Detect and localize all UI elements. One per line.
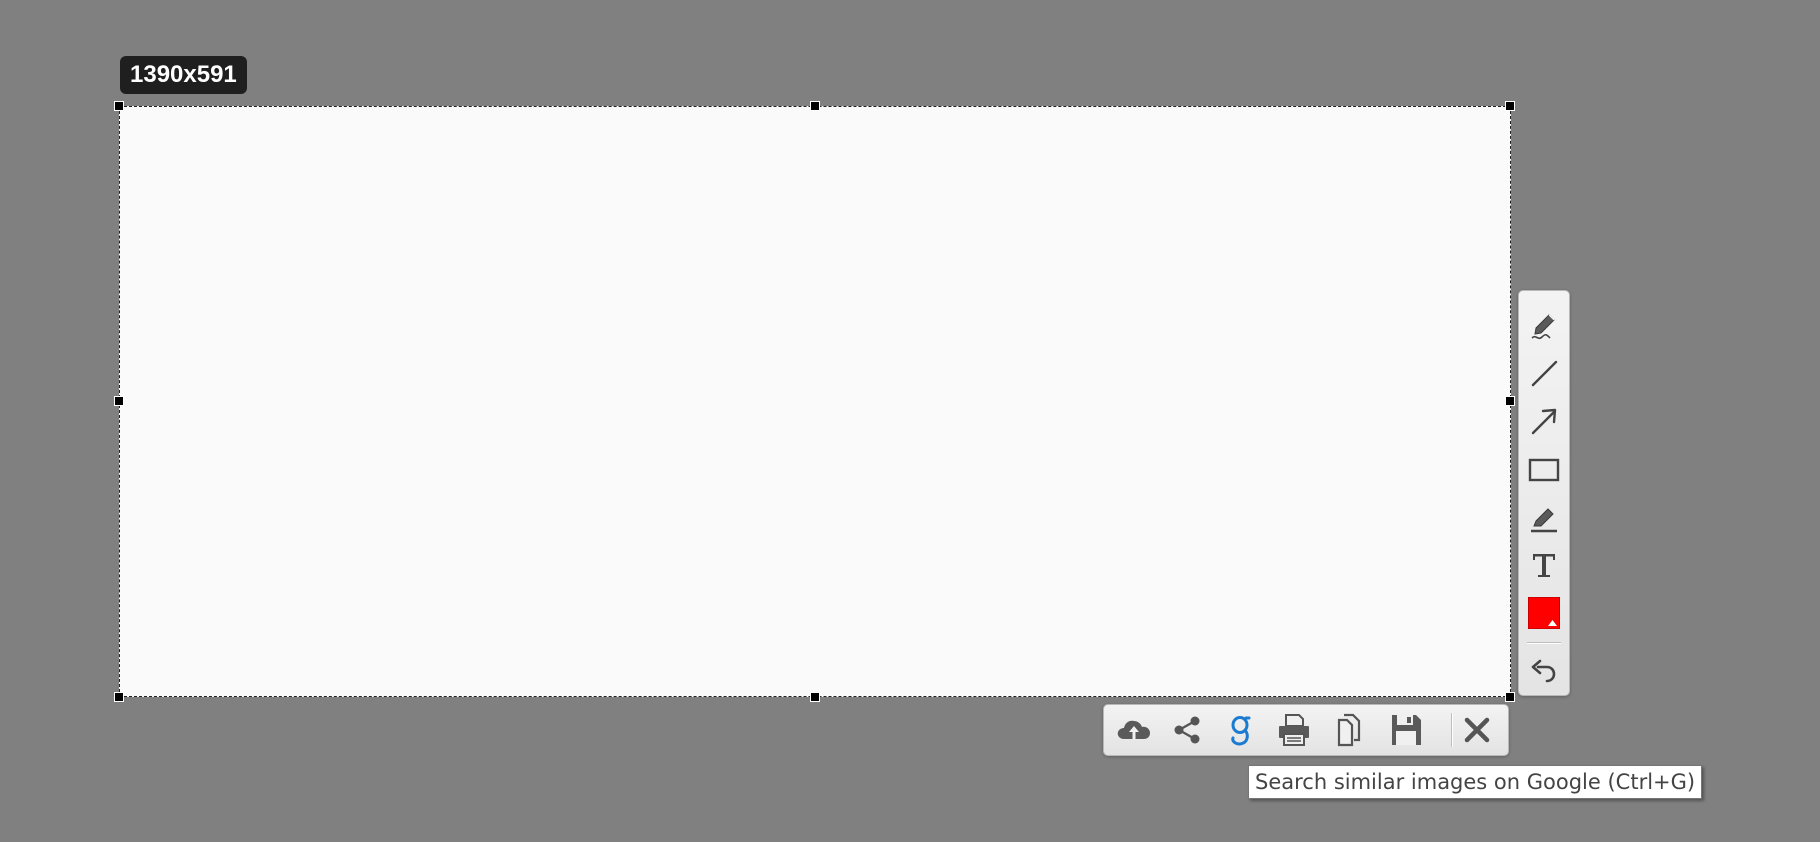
rectangle-icon <box>1528 458 1560 482</box>
highlighter-tool-button[interactable] <box>1526 499 1562 535</box>
print-icon <box>1279 714 1309 746</box>
pencil-icon <box>1531 314 1555 340</box>
close-button[interactable] <box>1457 712 1497 748</box>
save-button[interactable] <box>1386 712 1426 748</box>
resize-handle-middle-left[interactable] <box>114 396 124 406</box>
line-icon <box>1531 360 1558 387</box>
color-swatch <box>1528 597 1560 629</box>
text-tool-button[interactable] <box>1526 547 1562 583</box>
resize-handle-bottom-left[interactable] <box>114 692 124 702</box>
tooltip: Search similar images on Google (Ctrl+G) <box>1248 765 1703 799</box>
share-icon <box>1174 716 1200 744</box>
share-button[interactable] <box>1167 712 1207 748</box>
google-search-icon <box>1231 716 1251 746</box>
arrow-tool-button[interactable] <box>1526 403 1562 439</box>
resize-handle-bottom-right[interactable] <box>1505 692 1515 702</box>
resize-handle-top-left[interactable] <box>114 101 124 111</box>
color-picker-button[interactable] <box>1526 595 1562 631</box>
upload-button[interactable] <box>1114 712 1154 748</box>
resize-handle-bottom-middle[interactable] <box>810 692 820 702</box>
save-icon <box>1392 715 1421 745</box>
line-tool-button[interactable] <box>1526 355 1562 391</box>
undo-button[interactable] <box>1526 651 1562 687</box>
text-icon <box>1533 554 1555 577</box>
capture-selection-area[interactable] <box>119 106 1511 697</box>
print-button[interactable] <box>1274 712 1314 748</box>
close-icon <box>1464 717 1490 743</box>
arrow-icon <box>1531 408 1557 435</box>
color-dropdown-arrow-icon <box>1548 620 1557 626</box>
selection-size-badge: 1390x591 <box>120 56 247 94</box>
annotation-tool-palette <box>1518 290 1570 696</box>
resize-handle-top-middle[interactable] <box>810 101 820 111</box>
resize-handle-top-right[interactable] <box>1505 101 1515 111</box>
google-search-button[interactable] <box>1220 712 1260 748</box>
undo-icon <box>1531 659 1556 683</box>
resize-handle-middle-right[interactable] <box>1505 396 1515 406</box>
rectangle-tool-button[interactable] <box>1526 451 1562 487</box>
capture-action-bar <box>1103 704 1509 756</box>
action-bar-divider <box>1451 713 1453 747</box>
highlighter-icon <box>1531 508 1557 533</box>
cloud-upload-icon <box>1117 720 1150 739</box>
palette-divider <box>1527 642 1561 644</box>
copy-button[interactable] <box>1329 712 1369 748</box>
copy-icon <box>1337 713 1361 747</box>
pencil-tool-button[interactable] <box>1526 307 1562 343</box>
